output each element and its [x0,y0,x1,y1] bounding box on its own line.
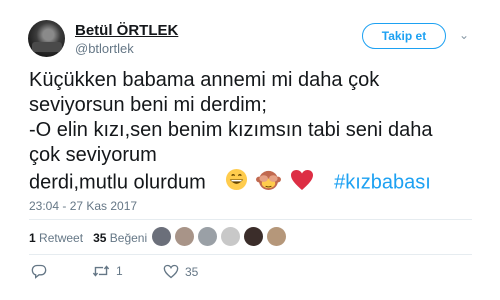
liker-avatar-4[interactable] [221,227,240,246]
divider [29,219,472,220]
tweet-text-line: derdi,mutlu olurdum [29,171,206,194]
liker-avatar-2[interactable] [175,227,194,246]
red-heart-emoji [290,169,314,198]
chevron-down-icon[interactable]: ⌄ [459,28,469,42]
divider [29,254,472,255]
tweet-text-line: seviyorsun beni mi derdim; [29,94,267,116]
tweet-text-line: -O elin kızı,sen benim kızımsın tabi sen… [29,119,433,141]
retweet-count: 1 [29,231,36,245]
author-avatar[interactable] [28,20,65,57]
like-label: Beğeni [109,231,148,245]
tweet-stats: 1 Retweet 35 Beğeni [29,231,147,245]
tweet-text: Küçükken babama annemi mi daha çok seviy… [29,68,484,198]
like-button[interactable]: 35 [163,264,198,279]
tweet-timestamp[interactable]: 23:04 - 27 Kas 2017 [29,199,137,213]
tweet-text-line: Küçükken babama annemi mi daha çok [29,69,380,91]
tweet-text-line-last: derdi,mutlu olurdum #kızbabası [29,168,484,198]
liker-avatar-5[interactable] [244,227,263,246]
retweet-label: Retweet [39,231,84,245]
retweet-button[interactable]: 1 [92,264,123,278]
hashtag-link[interactable]: #kızbabası [334,171,431,193]
heart-icon [163,264,179,279]
author-name[interactable]: Betül ÖRTLEK [75,22,178,39]
author-handle[interactable]: @btlortlek [75,41,134,56]
grinning-face-emoji [225,168,248,198]
retweet-action-count: 1 [116,264,123,278]
tweet-actions: 1 35 [29,264,229,284]
like-action-count: 35 [185,264,199,279]
liker-avatar-6[interactable] [267,227,286,246]
reply-icon [31,264,47,279]
retweet-stat[interactable]: 1 Retweet [29,231,83,245]
liker-avatars [152,227,286,246]
liker-avatar-1[interactable] [152,227,171,246]
follow-button[interactable]: Takip et [362,23,446,49]
like-count: 35 [93,231,107,245]
like-stat[interactable]: 35 Beğeni [93,231,147,245]
see-no-evil-monkey-emoji [256,168,282,198]
tweet-text-line: çok seviyorum [29,144,157,166]
reply-button[interactable] [31,264,53,279]
retweet-icon [92,265,110,277]
liker-avatar-3[interactable] [198,227,217,246]
